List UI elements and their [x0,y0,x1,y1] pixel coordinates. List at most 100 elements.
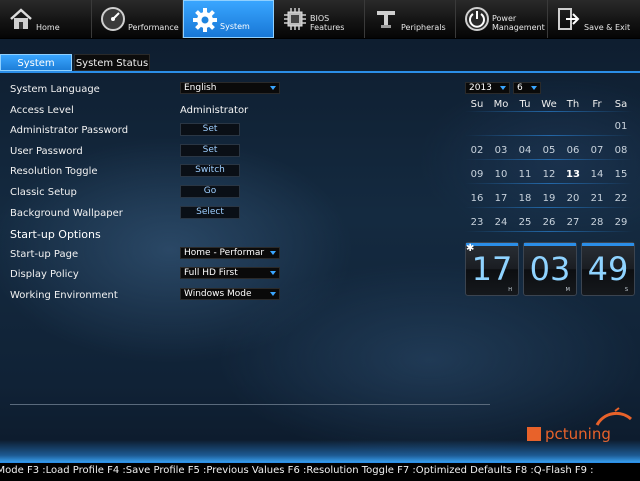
connector-icon [377,11,395,28]
chevron-down-icon [500,86,506,90]
calendar-day[interactable]: 15 [609,169,633,180]
display-policy-label: Display Policy [10,269,79,280]
calendar-day[interactable]: 23 [465,217,489,228]
resolution-toggle-label: Resolution Toggle [10,166,98,177]
calendar-day[interactable]: 04 [513,145,537,156]
calendar-weekday: Fr [592,99,602,110]
house-icon [10,8,32,29]
tab-power-management[interactable]: Power Management [456,0,548,38]
calendar-day[interactable]: 22 [609,193,633,204]
calendar-day[interactable]: 25 [513,217,537,228]
tab-performance-label: Performance [128,23,179,32]
calendar-day[interactable]: 29 [609,217,633,228]
tab-bios-features-label: BIOS Features [310,14,345,32]
sparkle-icon: ✱ [466,243,475,254]
tab-performance[interactable]: Performance [92,0,183,38]
clock-seconds: 49 S [581,242,635,296]
startup-page-value: Home - Performar [184,248,265,258]
system-language-value: English [184,83,217,93]
power-icon [465,7,489,31]
clock-hours-value: 17 [471,250,513,288]
calendar-weekday: Sa [614,99,628,110]
calendar-weekday: Su [470,99,484,110]
calendar-day[interactable]: 07 [585,145,609,156]
calendar-year-value: 2013 [469,83,492,93]
calendar-row-separator [465,135,633,136]
gauge-icon [101,7,125,31]
chevron-down-icon [270,86,276,90]
subtab-system[interactable]: System [0,54,72,71]
calendar-day[interactable]: 10 [489,169,513,180]
tab-peripherals-label: Peripherals [401,23,446,32]
working-environment-select[interactable]: Windows Mode [180,288,280,300]
hotkey-text: : Mode F3 :Load Profile F4 :Save Profile… [0,465,594,476]
tab-home[interactable]: Home [0,0,92,38]
calendar-day[interactable]: 05 [537,145,561,156]
calendar-day[interactable]: 12 [537,169,561,180]
calendar-day[interactable]: 06 [561,145,585,156]
system-language-select[interactable]: English [180,82,280,94]
calendar-day[interactable]: 26 [537,217,561,228]
background-wallpaper-label: Background Wallpaper [10,208,123,219]
clock-seconds-unit: S [624,287,628,293]
calendar-day[interactable]: 27 [561,217,585,228]
calendar-day[interactable]: 20 [561,193,585,204]
tab-save-exit[interactable]: Save & Exit [548,0,640,38]
calendar-day[interactable]: 16 [465,193,489,204]
wallpaper-select-button[interactable]: Select [180,206,240,219]
calendar-row-separator [465,231,633,232]
calendar-day[interactable]: 28 [585,217,609,228]
bottom-glow [0,440,640,462]
chevron-down-icon [270,251,276,255]
top-menu-bar: Home Performance System BIOS Features Pe… [0,0,640,39]
calendar-day[interactable]: 24 [489,217,513,228]
working-environment-label: Working Environment [10,290,118,301]
display-policy-select[interactable]: Full HD First [180,267,280,279]
calendar-day[interactable]: 14 [585,169,609,180]
tab-home-label: Home [36,23,60,32]
clock-minutes-accent [524,243,576,246]
calendar-day[interactable]: 09 [465,169,489,180]
admin-password-set-button[interactable]: Set [180,123,240,136]
tab-power-management-label: Power Management [492,14,545,32]
calendar-day[interactable]: 01 [609,121,633,132]
calendar-month-select[interactable]: 6 [513,82,541,94]
tab-bios-features[interactable]: BIOS Features [274,0,365,38]
subtab-underline [0,71,640,73]
calendar-day[interactable]: 18 [513,193,537,204]
chevron-down-icon [270,271,276,275]
access-level-label: Access Level [10,105,74,116]
calendar-weekday: We [541,99,557,110]
calendar-day[interactable]: 08 [609,145,633,156]
calendar-day-today[interactable]: 13 [561,169,585,180]
chip-icon [284,8,306,30]
calendar-weekday: Th [566,99,580,110]
calendar-row-separator [465,159,633,160]
calendar-year-select[interactable]: 2013 [465,82,510,94]
admin-password-label: Administrator Password [10,125,129,136]
calendar-row-separator [465,207,633,208]
clock-minutes-value: 03 [529,250,571,288]
classic-setup-label: Classic Setup [10,187,77,198]
subtab-system-status[interactable]: System Status [74,54,150,71]
tab-system[interactable]: System [183,0,274,38]
user-password-set-button[interactable]: Set [180,144,240,157]
display-policy-value: Full HD First [184,268,238,278]
calendar-day[interactable]: 19 [537,193,561,204]
tab-peripherals[interactable]: Peripherals [365,0,456,38]
calendar-weekday: Tu [519,99,531,110]
resolution-switch-button[interactable]: Switch [180,164,240,177]
calendar-day[interactable]: 21 [585,193,609,204]
calendar-day[interactable]: 17 [489,193,513,204]
calendar-day[interactable]: 11 [513,169,537,180]
tab-system-label: System [220,22,250,31]
working-environment-value: Windows Mode [184,289,252,299]
clock-minutes-unit: M [565,287,570,293]
calendar-day[interactable]: 03 [489,145,513,156]
calendar-row-separator [465,111,633,112]
divider [10,404,490,405]
classic-setup-go-button[interactable]: Go [180,185,240,198]
calendar-day[interactable]: 02 [465,145,489,156]
hotkey-bar: : Mode F3 :Load Profile F4 :Save Profile… [0,462,640,481]
startup-page-select[interactable]: Home - Performar [180,247,280,259]
